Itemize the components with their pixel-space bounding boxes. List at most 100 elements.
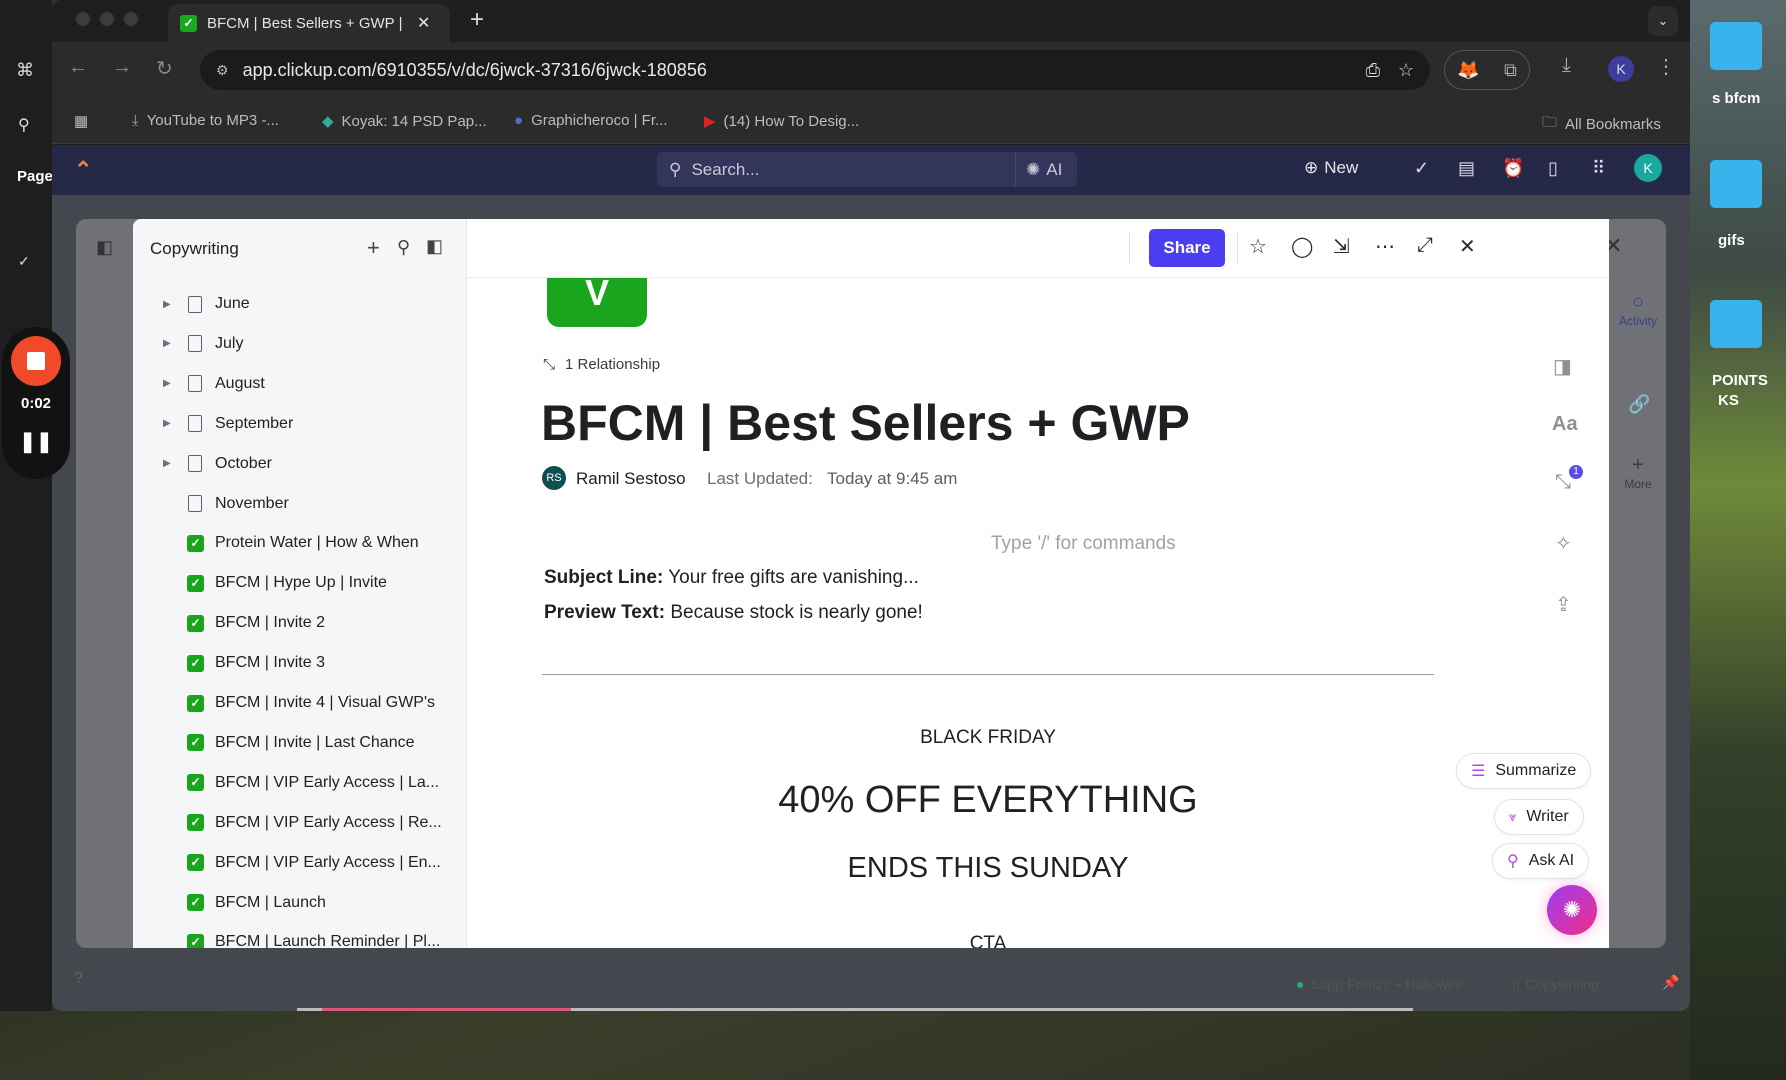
help-icon[interactable]: ? — [74, 970, 83, 988]
command-placeholder[interactable]: Type '/' for commands — [991, 533, 1176, 555]
desktop-folder-icon[interactable] — [1710, 160, 1762, 208]
notepad-icon[interactable]: ▤ — [1458, 158, 1475, 179]
sidebar-item[interactable]: ✓ BFCM | Launch Reminder | Pl... — [133, 924, 467, 948]
bookmark-item[interactable]: ▶ (14) How To Desig... — [704, 112, 859, 131]
stop-recording-button[interactable] — [11, 336, 61, 386]
sidebar-item[interactable]: ▶ October — [133, 446, 467, 482]
sidebar-item[interactable]: ✓ BFCM | Launch — [133, 885, 467, 921]
apps-grid-icon[interactable]: ⠿ — [1592, 158, 1605, 179]
global-search[interactable]: ⚲ Search... ✺ AI — [657, 152, 1077, 187]
activity-button[interactable]: ○ Activity — [1613, 291, 1663, 328]
footer-location[interactable]: ● Supp Frenzy + Hallowee — [1296, 976, 1463, 992]
preview-text[interactable]: Preview Text: Because stock is nearly go… — [544, 602, 923, 624]
sidebar-item[interactable]: ✓ BFCM | VIP Early Access | La... — [133, 765, 467, 801]
close-tab-icon[interactable]: ✕ — [417, 13, 430, 33]
font-settings-icon[interactable]: Aa — [1552, 413, 1578, 436]
tab-search-button[interactable]: ⌄ — [1648, 6, 1678, 36]
browser-menu-icon[interactable]: ⋮ — [1656, 54, 1676, 79]
sidebar-item[interactable]: ✓ BFCM | Invite 3 — [133, 645, 467, 681]
install-app-icon[interactable]: ⎙ — [1366, 60, 1380, 81]
document-icon[interactable]: ▯ — [1548, 158, 1558, 179]
sidebar-item[interactable]: ▶ September — [133, 406, 467, 442]
sidebar-toggle-icon[interactable]: ◧ — [96, 237, 113, 258]
relationship-link[interactable]: ⤡ 1 Relationship — [543, 356, 660, 373]
sidebar-item[interactable]: ✓ BFCM | VIP Early Access | Re... — [133, 805, 467, 841]
tab-active[interactable]: ✓ BFCM | Best Sellers + GWP | C ✕ — [168, 4, 450, 42]
sidebar-item[interactable]: ✓ Protein Water | How & When — [133, 525, 467, 561]
sidebar-item[interactable]: ✓ BFCM | Invite 4 | Visual GWP's — [133, 685, 467, 721]
bookmark-item[interactable]: ● Graphicheroco | Fr... — [514, 112, 668, 129]
share-button[interactable]: Share — [1149, 229, 1225, 267]
reload-icon[interactable]: ↻ — [156, 56, 173, 81]
page-title[interactable]: BFCM | Best Sellers + GWP — [541, 394, 1190, 452]
metamask-fox-icon[interactable]: 🦊 — [1457, 60, 1479, 81]
pause-recording-button[interactable]: ❚❚ — [2, 429, 70, 454]
comment-icon[interactable]: ◯ — [1291, 234, 1313, 259]
clickup-logo[interactable]: ⌃ — [74, 157, 92, 183]
expand-chevron-icon[interactable]: ▶ — [163, 378, 171, 389]
cta-text[interactable]: CTA — [542, 933, 1434, 948]
move-arrow-icon[interactable]: ⇲ — [1333, 234, 1350, 259]
sidebar-item[interactable]: ▶ July — [133, 326, 467, 362]
user-avatar[interactable]: K — [1634, 154, 1662, 182]
figma-menu-icon[interactable]: ⌘ — [16, 60, 34, 81]
sidebar-item[interactable]: ▶ August — [133, 366, 467, 402]
bookmark-star-icon[interactable]: ☆ — [1398, 60, 1414, 81]
writer-button[interactable]: ⩔ Writer — [1494, 799, 1584, 835]
ai-wand-icon[interactable]: ✧ — [1555, 531, 1572, 556]
more-button[interactable]: + More — [1613, 454, 1663, 491]
subject-line[interactable]: Subject Line: Your free gifts are vanish… — [544, 567, 919, 589]
extensions-puzzle-icon[interactable]: ⧉ — [1504, 60, 1517, 81]
page-details-icon[interactable]: ◨ — [1553, 354, 1572, 379]
sidebar-item[interactable]: ▶ June — [133, 286, 467, 322]
profile-avatar[interactable]: K — [1608, 56, 1634, 82]
desktop-folder-icon[interactable] — [1710, 300, 1762, 348]
ai-search-button[interactable]: ✺ AI — [1015, 152, 1077, 187]
footer-doc[interactable]: ▯ Copywriting — [1512, 976, 1599, 993]
sidebar-item[interactable]: ✓ BFCM | Invite | Last Chance — [133, 725, 467, 761]
bookmark-item[interactable]: ⤓ YouTube to MP3 -... — [132, 112, 279, 129]
forward-icon[interactable]: → — [112, 56, 132, 79]
sidebar-item[interactable]: November — [133, 486, 467, 522]
new-button[interactable]: ⊕ New — [1304, 158, 1358, 178]
site-settings-icon[interactable]: ⚙ — [216, 62, 229, 79]
more-options-icon[interactable]: ⋯ — [1375, 234, 1395, 259]
headline[interactable]: 40% OFF EVERYTHING — [542, 779, 1434, 822]
sidebar-item[interactable]: ✓ BFCM | Hype Up | Invite — [133, 565, 467, 601]
author-name[interactable]: Ramil Sestoso — [576, 469, 686, 489]
expand-chevron-icon[interactable]: ▶ — [163, 338, 171, 349]
doc-cover-checkmark-icon[interactable]: V — [547, 275, 647, 327]
expand-chevron-icon[interactable]: ▶ — [163, 418, 171, 429]
downloads-icon[interactable]: ⤓ — [1562, 54, 1571, 77]
sidebar-item[interactable]: ✓ BFCM | Invite 2 — [133, 605, 467, 641]
expand-icon[interactable]: ⤢ — [1417, 234, 1433, 257]
summarize-button[interactable]: ☰ Summarize — [1456, 753, 1592, 789]
alarm-clock-icon[interactable]: ⏰ — [1502, 158, 1524, 179]
favorite-star-icon[interactable]: ☆ — [1249, 234, 1267, 259]
sidebar-collapse-icon[interactable]: ◧ — [426, 236, 443, 257]
close-icon[interactable]: ✕ — [1459, 234, 1476, 259]
desktop-folder-icon[interactable] — [1710, 22, 1762, 70]
all-bookmarks[interactable]: 🗀 All Bookmarks — [1542, 112, 1661, 137]
ask-ai-button[interactable]: ⚲ Ask AI — [1492, 843, 1590, 879]
expand-chevron-icon[interactable]: ▶ — [163, 458, 171, 469]
black-friday-text[interactable]: BLACK FRIDAY — [542, 727, 1434, 749]
sidebar-item[interactable]: ✓ BFCM | VIP Early Access | En... — [133, 845, 467, 881]
link-icon[interactable]: 🔗 — [1628, 394, 1650, 415]
subheadline[interactable]: ENDS THIS SUNDAY — [542, 852, 1434, 885]
video-scrubber[interactable] — [297, 1008, 1413, 1011]
pin-icon[interactable]: 📌 — [1662, 974, 1679, 991]
bookmark-item[interactable]: ◆ Koyak: 14 PSD Pap... — [322, 112, 487, 131]
ai-assistant-button[interactable]: ✺ — [1547, 885, 1597, 935]
window-controls[interactable] — [76, 12, 138, 26]
check-circle-icon[interactable]: ✓ — [1414, 158, 1429, 179]
add-page-icon[interactable]: + — [367, 235, 380, 261]
address-bar[interactable]: ⚙ app.clickup.com/6910355/v/dc/6jwck-373… — [200, 50, 1430, 90]
expand-chevron-icon[interactable]: ▶ — [163, 299, 171, 310]
apps-grid-icon[interactable]: ▦ — [74, 112, 88, 130]
new-tab-button[interactable]: + — [470, 6, 484, 34]
export-icon[interactable]: ⇪ — [1555, 592, 1572, 617]
search-icon[interactable]: ⚲ — [397, 237, 410, 258]
back-icon[interactable]: ← — [68, 56, 88, 79]
search-icon[interactable]: ⚲ — [18, 115, 30, 135]
